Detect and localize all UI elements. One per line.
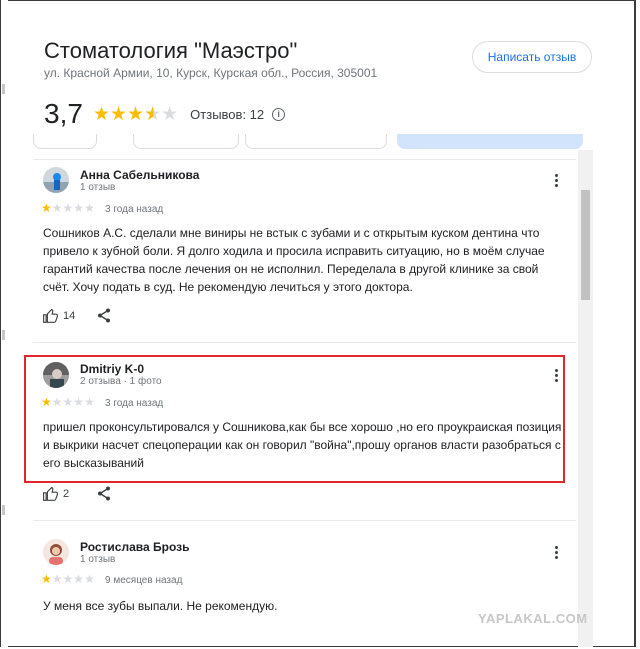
review-stars: ★★★★★ (41, 572, 95, 586)
rating-stars: ★ ★ ★ ★ ★ (93, 103, 178, 126)
sort-chip[interactable] (133, 134, 239, 149)
review-stars: ★★★★★ (41, 201, 95, 215)
like-button[interactable]: 14 (43, 309, 75, 323)
like-count: 2 (63, 488, 70, 500)
thumb-up-icon (43, 487, 58, 501)
review-author-meta: 1 отзыв (80, 554, 116, 565)
sort-chip[interactable] (245, 134, 387, 149)
star-half-icon: ★ (144, 103, 162, 125)
star-icon: ★ (109, 103, 128, 125)
share-icon[interactable] (97, 308, 111, 328)
star-icon: ★ (92, 103, 110, 125)
divider (33, 159, 576, 160)
star-empty-icon: ★ (161, 103, 179, 125)
more-options-icon[interactable] (553, 174, 559, 187)
avatar[interactable] (43, 167, 69, 193)
divider (33, 342, 576, 343)
place-address: ул. Красной Армии, 10, Курск, Курская об… (44, 66, 378, 80)
left-gutter (1, 0, 8, 647)
sort-chip[interactable] (33, 134, 97, 149)
thumb-up-icon (43, 309, 58, 323)
divider (33, 520, 576, 521)
review-author-meta: 1 отзыв (80, 182, 116, 193)
rating-summary: 3,7 ★ ★ ★ ★ ★ Отзывов: 12 i (44, 96, 286, 132)
rating-value: 3,7 (44, 98, 83, 129)
review-author[interactable]: Анна Сабельникова (80, 168, 199, 182)
info-icon[interactable]: i (272, 107, 286, 121)
gutter-mark (2, 330, 5, 340)
like-count: 14 (63, 310, 76, 322)
watermark: YAPLAKAL.COM (478, 611, 588, 626)
sort-chip-active[interactable] (397, 134, 583, 149)
review-text: Сошников А.С. сделали мне виниры не всты… (43, 226, 545, 294)
avatar[interactable] (43, 539, 69, 565)
reviews-count: Отзывов: 12 (190, 106, 265, 122)
sort-chips (33, 134, 583, 149)
review-date: 9 месяцев назад (105, 575, 183, 586)
more-options-icon[interactable] (553, 546, 559, 559)
write-review-button[interactable]: Написать отзыв (472, 41, 592, 73)
review-item: Анна Сабельникова 1 отзыв ★★★★★ 3 года н… (33, 150, 576, 340)
gutter-mark (2, 505, 5, 515)
scrollbar[interactable] (578, 150, 593, 647)
gutter-mark (2, 84, 5, 94)
review-date: 3 года назад (105, 204, 164, 215)
review-author[interactable]: Ростислава Брозь (80, 540, 189, 554)
review-item: Ростислава Брозь 1 отзыв ★★★★★ 9 месяцев… (33, 515, 576, 647)
star-icon: ★ (127, 103, 145, 125)
like-button[interactable]: 2 (43, 487, 69, 501)
share-icon[interactable] (97, 486, 111, 506)
highlight-box (24, 355, 565, 483)
place-title: Стоматология "Маэстро" (44, 38, 298, 63)
scrollbar-thumb[interactable] (581, 190, 590, 300)
